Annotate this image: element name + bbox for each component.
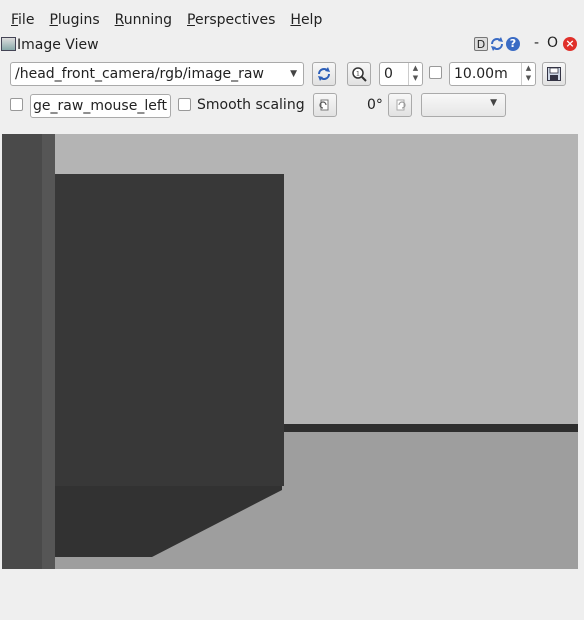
rotation-label: 0° <box>367 97 383 113</box>
chevron-down-icon: ▼ <box>490 98 497 108</box>
menu-perspectives[interactable]: Perspectives <box>187 9 275 31</box>
left-pillar-edge <box>42 134 55 569</box>
zoom-icon: 1 <box>352 67 367 82</box>
mouse-publish-checkbox[interactable] <box>10 98 23 111</box>
window-title: Image View <box>17 37 99 53</box>
save-icon <box>547 67 561 81</box>
mouse-topic-input[interactable]: ge_raw_mouse_left <box>30 94 171 118</box>
close-icon[interactable]: × <box>563 37 577 51</box>
camera-image <box>2 134 578 569</box>
duration-spinbox[interactable]: 10.00m ▲ ▼ <box>449 62 536 86</box>
spin-arrows-icon[interactable]: ▲ ▼ <box>408 63 422 85</box>
zoom-value: 0 <box>384 66 393 82</box>
rotate-left-icon <box>319 99 329 111</box>
smooth-scaling-label: Smooth scaling <box>197 97 305 113</box>
menu-running[interactable]: Running <box>115 9 172 31</box>
smooth-scaling-checkbox[interactable] <box>178 98 191 111</box>
floor-edge-strip <box>282 424 578 432</box>
menu-file[interactable]: File <box>11 9 34 31</box>
zoom-1-button[interactable]: 1 <box>347 62 371 86</box>
chevron-down-icon: ▼ <box>290 69 297 79</box>
menu-help[interactable]: Help <box>290 9 322 31</box>
zoom-spinbox[interactable]: 0 ▲ ▼ <box>379 62 423 86</box>
refresh-icon <box>318 67 330 81</box>
rotate-right-icon <box>396 99 406 111</box>
topic-value: /head_front_camera/rgb/image_raw <box>15 66 264 82</box>
save-image-button[interactable] <box>542 62 566 86</box>
menu-plugins[interactable]: Plugins <box>49 9 99 31</box>
svg-text:1: 1 <box>356 71 360 78</box>
topic-combobox[interactable]: /head_front_camera/rgb/image_raw ▼ <box>10 62 304 86</box>
window-icon <box>1 37 16 51</box>
duration-value: 10.00m <box>454 66 508 82</box>
minimize-button[interactable]: - <box>534 35 539 51</box>
color-scheme-combobox[interactable]: ▼ <box>421 93 506 117</box>
refresh-topics-button[interactable] <box>312 62 336 86</box>
image-view[interactable] <box>2 134 578 569</box>
mouse-topic-value: ge_raw_mouse_left <box>33 98 167 114</box>
help-icon[interactable]: ? <box>506 37 520 51</box>
box-front-face <box>55 174 284 486</box>
dynamic-range-checkbox[interactable] <box>429 66 442 79</box>
rotate-left-button[interactable] <box>313 93 337 117</box>
reload-plugin-icon[interactable] <box>489 36 505 52</box>
spin-arrows-icon[interactable]: ▲ ▼ <box>521 63 535 85</box>
float-button[interactable]: O <box>547 35 558 51</box>
menubar: File Plugins Running Perspectives Help <box>0 9 584 31</box>
d-button[interactable]: D <box>474 37 488 51</box>
rotate-right-button[interactable] <box>388 93 412 117</box>
